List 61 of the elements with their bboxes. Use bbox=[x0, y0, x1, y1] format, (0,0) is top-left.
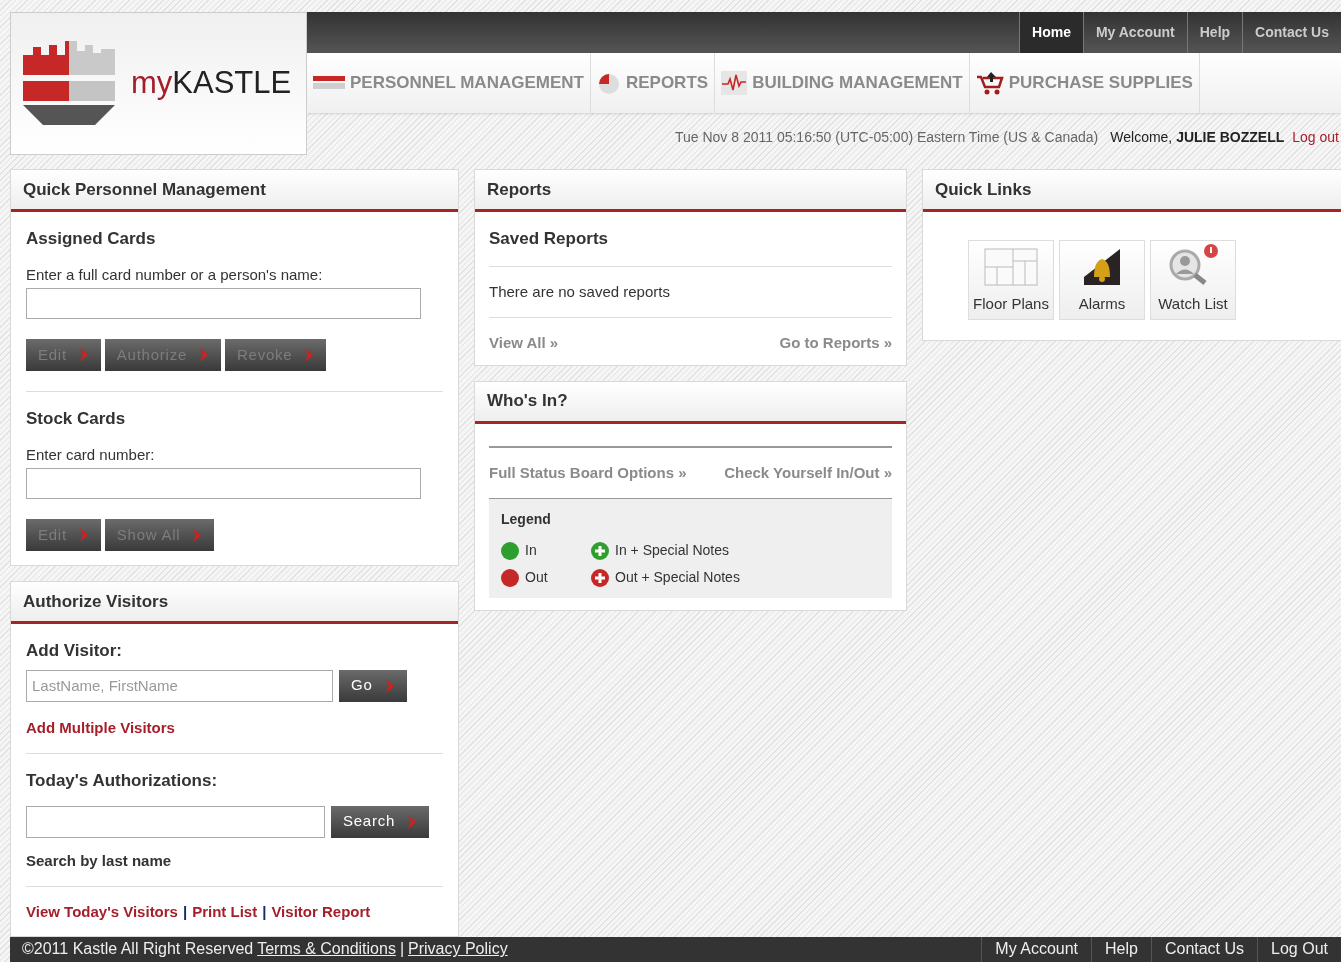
section-heading: Assigned Cards bbox=[26, 228, 157, 250]
chevron-icon bbox=[78, 347, 89, 363]
visitor-link[interactable]: Print List bbox=[192, 901, 258, 924]
field-label: Enter a full card number or a person's name: bbox=[26, 264, 324, 285]
footer-nav-link[interactable]: Log Out bbox=[1257, 936, 1341, 962]
panel-title: Quick Personnel Management bbox=[23, 178, 266, 201]
bars-icon bbox=[313, 74, 345, 92]
action-button[interactable]: Search bbox=[331, 805, 430, 838]
link-separator: | bbox=[262, 902, 267, 922]
visitor-link[interactable]: Visitor Report bbox=[271, 901, 371, 924]
legend-label: In bbox=[525, 541, 537, 560]
panel-title: Reports bbox=[487, 178, 552, 201]
logo[interactable]: myKASTLE bbox=[10, 12, 307, 155]
footer-nav-link[interactable]: Help bbox=[1091, 936, 1151, 962]
welcome-text: Welcome, JULIE BOZZELL bbox=[1110, 127, 1285, 147]
chevron-icon bbox=[304, 347, 315, 363]
link-separator: | bbox=[399, 939, 405, 960]
legend-label: In + Special Notes bbox=[615, 541, 729, 560]
legend-title: Legend bbox=[501, 510, 552, 529]
footer-nav-link[interactable]: My Account bbox=[981, 936, 1091, 962]
link-separator: | bbox=[182, 902, 188, 922]
pulse-icon bbox=[721, 71, 748, 95]
action-button[interactable]: Go bbox=[339, 669, 407, 702]
legend-label: Out + Special Notes bbox=[615, 568, 740, 587]
visitor-link[interactable]: View Today's Visitors bbox=[26, 901, 178, 924]
chevron-icon bbox=[199, 347, 209, 363]
field-label: Enter card number: bbox=[26, 444, 156, 465]
panel-title: Who's In? bbox=[487, 390, 568, 413]
cart-icon bbox=[975, 71, 1004, 95]
text-field[interactable] bbox=[26, 288, 421, 319]
section-heading: Add Visitor: bbox=[26, 640, 124, 662]
chevron-icon bbox=[78, 527, 89, 543]
search-hint: Search by last name bbox=[26, 850, 173, 871]
section-heading: Stock Cards bbox=[26, 408, 127, 430]
chevron-icon bbox=[407, 813, 418, 830]
empty-message: There are no saved reports bbox=[489, 266, 892, 318]
chevron-icon bbox=[192, 527, 203, 543]
search-field[interactable] bbox=[26, 805, 325, 838]
bell-icon bbox=[1082, 246, 1122, 287]
legend-label: Out bbox=[525, 568, 548, 587]
footer-link[interactable]: Privacy Policy bbox=[408, 937, 508, 962]
add-multiple-link[interactable]: Add Multiple Visitors bbox=[26, 716, 443, 739]
quick-link-tile[interactable]: Alarms bbox=[1059, 240, 1145, 320]
quick-link-tile[interactable]: Floor Plans bbox=[968, 240, 1054, 320]
date-time: Tue Nov 8 2011 05:16:50 (UTC-05:00) Eastern Time (US & Canada) bbox=[674, 127, 1099, 147]
footer-nav-link[interactable]: Contact Us bbox=[1150, 936, 1258, 962]
chevron-icon bbox=[384, 677, 395, 694]
footer-link[interactable]: Terms & Conditions bbox=[257, 937, 396, 962]
floor-plan-icon bbox=[983, 246, 1039, 287]
panel-title: Quick Links bbox=[935, 178, 1032, 201]
pie-chart-icon bbox=[596, 71, 621, 95]
section-heading: Today's Authorizations: bbox=[26, 770, 219, 792]
quick-link-tile[interactable]: Watch List bbox=[1150, 240, 1236, 320]
visitor-name-field[interactable]: LastName, FirstName bbox=[26, 669, 333, 702]
panel-title: Authorize Visitors bbox=[23, 590, 169, 613]
section-heading: Saved Reports bbox=[489, 212, 892, 267]
brand-name: myKASTLE bbox=[131, 64, 292, 103]
logout-link[interactable]: Log out bbox=[1292, 126, 1339, 148]
top-tab[interactable]: Home bbox=[1019, 12, 1083, 53]
copyright-text: ©2011 Kastle All Right Reserved bbox=[21, 939, 254, 960]
text-field[interactable] bbox=[26, 468, 421, 499]
